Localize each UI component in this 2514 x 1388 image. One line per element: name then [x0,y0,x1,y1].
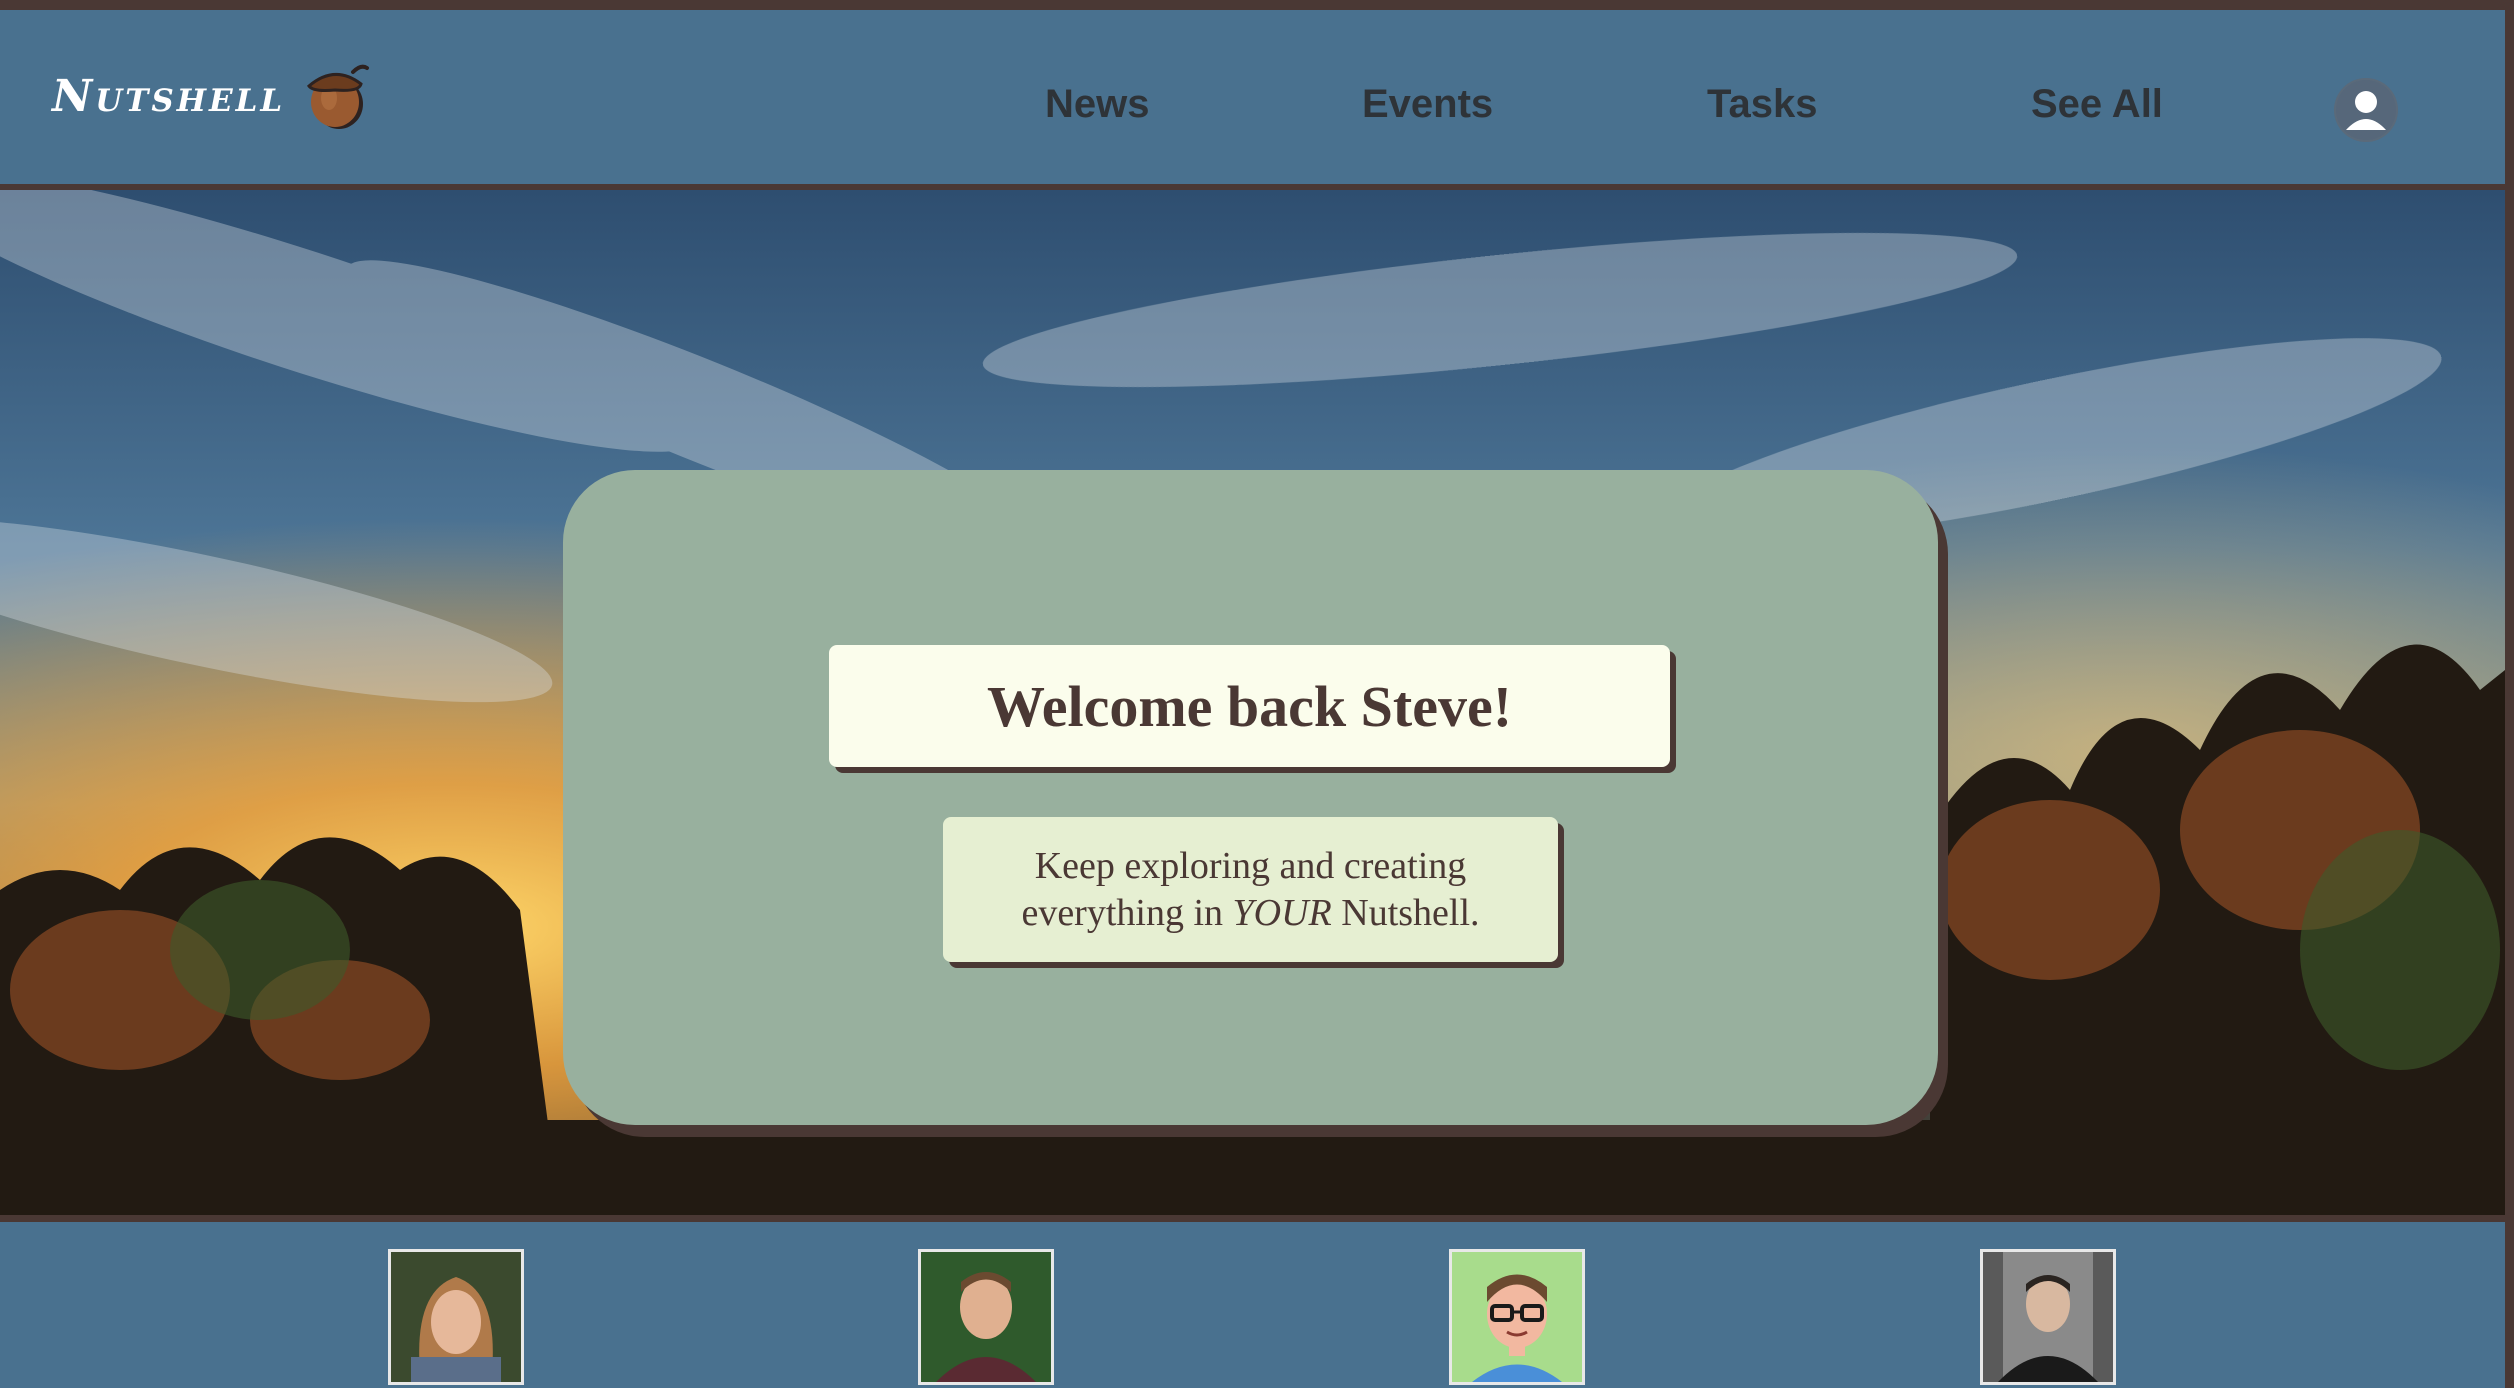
right-border [2505,0,2514,1388]
friend-avatar-1[interactable] [388,1249,524,1385]
welcome-card [563,470,1938,1125]
friend-photo-icon [391,1252,521,1382]
acorn-icon [307,64,370,129]
welcome-banner: Welcome back Steve! [829,645,1670,767]
nav-tasks[interactable]: Tasks [1707,82,1817,127]
welcome-subtitle-box: Keep exploring and creating everything i… [943,817,1558,962]
friend-photo-icon [921,1252,1051,1382]
subtitle-line-2-prefix: everything in [1021,891,1233,934]
welcome-title: Welcome back Steve! [986,673,1513,739]
welcome-subtitle: Keep exploring and creating everything i… [1021,843,1479,937]
header: Nutshell News Events Tasks See All [0,10,2505,184]
page: Nutshell News Events Tasks See All Welco… [0,0,2514,1388]
friends-bar [0,1222,2505,1388]
nav-events[interactable]: Events [1362,82,1493,127]
subtitle-line-2-suffix: Nutshell. [1331,891,1480,934]
subtitle-emphasis: YOUR [1232,891,1332,934]
logo[interactable]: Nutshell [52,60,373,132]
profile-button[interactable] [2334,78,2398,142]
friend-avatar-4[interactable] [1980,1249,2116,1385]
friend-photo-icon [1983,1252,2113,1382]
friend-avatar-3[interactable] [1449,1249,1585,1385]
nav-see-all[interactable]: See All [2031,82,2163,127]
nav-news[interactable]: News [1045,82,1150,127]
logo-text: Nutshell [52,70,286,122]
subtitle-line-1: Keep exploring and creating [1034,844,1467,887]
top-border [0,0,2514,10]
user-avatar-icon [2336,80,2396,140]
friend-cartoon-icon [1452,1252,1582,1382]
friend-avatar-2[interactable] [918,1249,1054,1385]
